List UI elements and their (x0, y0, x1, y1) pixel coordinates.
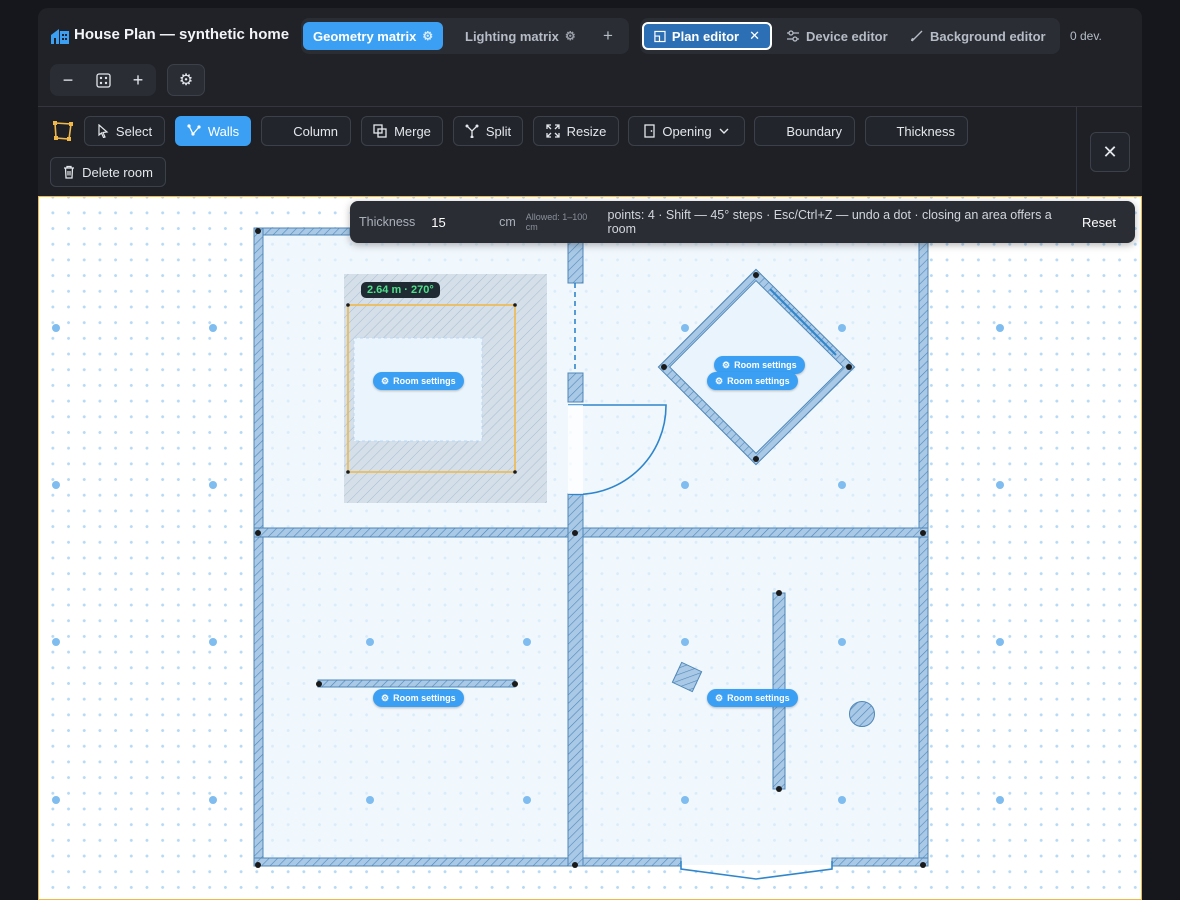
tab-label: Lighting matrix (465, 28, 559, 44)
walls-tool-button[interactable]: Walls (175, 116, 251, 146)
room-settings-button[interactable]: ⚙ Room settings (373, 372, 464, 390)
thickness-tool-button[interactable]: Thickness (865, 116, 968, 146)
plan-canvas[interactable]: 2.64 m · 270° ⚙ Room settings ⚙ Room setti… (38, 196, 1142, 900)
sliders-icon (787, 30, 799, 42)
boundary-tool-button[interactable]: Boundary (754, 116, 855, 146)
toolbar-divider (1076, 107, 1077, 197)
walls-icon (187, 124, 201, 136)
app-shell: House Plan — synthetic home Geometry mat… (38, 8, 1142, 900)
tab-lighting-matrix[interactable]: Lighting matrix ⚙ (455, 22, 586, 50)
tab-background-editor[interactable]: Background editor (900, 22, 1056, 50)
delete-room-button[interactable]: Delete room (50, 157, 166, 187)
fit-icon (95, 72, 111, 88)
button-label: Delete room (82, 164, 153, 180)
gear-icon: ⚙ (564, 29, 576, 43)
room-settings-button[interactable]: ⚙ Room settings (707, 689, 798, 707)
room-settings-label: Room settings (727, 376, 790, 386)
house-logo-icon (51, 29, 69, 44)
brush-icon (911, 30, 923, 42)
button-label: Opening (662, 123, 712, 139)
gear-icon: ⚙ (715, 375, 724, 386)
room-settings-label: Room settings (734, 360, 797, 370)
gear-icon: ⚙ (381, 692, 390, 703)
tab-geometry-matrix[interactable]: Geometry matrix ⚙ (303, 22, 444, 50)
room-settings-button[interactable]: ⚙ Room settings (373, 689, 464, 707)
gear-icon: ⚙ (715, 692, 724, 703)
select-tool-button[interactable]: Select (84, 116, 165, 146)
zoom-in-button[interactable]: + (125, 68, 151, 92)
chevron-down-icon (719, 128, 729, 134)
plan-icon (654, 30, 666, 42)
door-icon (644, 124, 656, 138)
device-count: 0 dev. (1070, 29, 1102, 43)
editor-tab-group: Plan editor ✕ Device editor Background e… (640, 18, 1060, 54)
close-toolbar-button[interactable]: ✕ (1090, 132, 1130, 172)
room-settings-button[interactable]: ⚙ Room settings (707, 372, 798, 390)
gear-icon: ⚙ (381, 375, 390, 386)
app-title: House Plan — synthetic home (74, 26, 290, 43)
gear-icon: ⚙ (178, 72, 194, 89)
room-settings-label: Room settings (393, 376, 456, 386)
polygon-tool-icon (53, 121, 73, 141)
thickness-unit: cm (499, 215, 516, 229)
zoom-out-button[interactable]: − (55, 68, 81, 92)
tab-label: Plan editor (671, 28, 740, 44)
wall-tool-instructions: points: 4 · Shift — 45° steps · Esc/Ctrl… (607, 208, 1052, 236)
zoom-fit-button[interactable] (90, 68, 116, 92)
thickness-label: Thickness (359, 215, 416, 229)
floor-plan[interactable] (39, 197, 1142, 900)
column-tool-button[interactable]: Column (261, 116, 351, 146)
button-label: Select (115, 123, 153, 139)
zoom-controls: − + (50, 64, 156, 96)
add-tab-button[interactable]: + (593, 22, 623, 50)
thickness-input[interactable]: 15 (431, 215, 491, 230)
merge-icon (373, 124, 387, 138)
gear-icon: ⚙ (422, 29, 434, 43)
split-tool-button[interactable]: Split (453, 116, 523, 146)
reset-button[interactable]: Reset (1082, 215, 1116, 230)
trash-icon (64, 165, 75, 179)
button-label: Merge (394, 123, 431, 139)
settings-button[interactable]: ⚙ (167, 64, 205, 96)
button-label: Split (485, 123, 512, 139)
button-label: Column (293, 123, 338, 139)
tab-label: Geometry matrix (313, 28, 417, 44)
matrix-tab-group: Geometry matrix ⚙ Lighting matrix ⚙ + (301, 18, 629, 54)
close-icon: ✕ (1102, 141, 1118, 162)
tool-toolbar: Select Walls Column Merge Split Resize O… (38, 106, 1142, 197)
wall-tool-hint-bar: Thickness 15 cm Allowed: 1–100 cm points… (350, 201, 1135, 243)
measure-label: 2.64 m · 270° (361, 282, 440, 298)
close-tab-icon[interactable]: ✕ (749, 28, 760, 44)
tab-label: Background editor (930, 28, 1046, 44)
thickness-allowed-range: Allowed: 1–100 cm (525, 212, 588, 232)
button-label: Resize (566, 123, 607, 139)
gear-icon: ⚙ (722, 359, 731, 370)
room-settings-label: Room settings (727, 693, 790, 703)
button-label: Walls (207, 123, 240, 139)
tab-label: Device editor (806, 28, 888, 44)
button-label: Boundary (786, 123, 842, 139)
door-gap (568, 405, 583, 494)
split-icon (465, 124, 479, 138)
cursor-icon (98, 124, 109, 138)
resize-tool-button[interactable]: Resize (533, 116, 619, 146)
tab-plan-editor[interactable]: Plan editor ✕ (642, 22, 772, 50)
tab-device-editor[interactable]: Device editor (776, 22, 898, 50)
merge-tool-button[interactable]: Merge (361, 116, 443, 146)
header: House Plan — synthetic home Geometry mat… (38, 8, 1142, 106)
opening-tool-dropdown[interactable]: Opening (628, 116, 745, 146)
resize-icon (545, 124, 560, 138)
button-label: Thickness (896, 123, 955, 139)
room-settings-label: Room settings (393, 693, 456, 703)
